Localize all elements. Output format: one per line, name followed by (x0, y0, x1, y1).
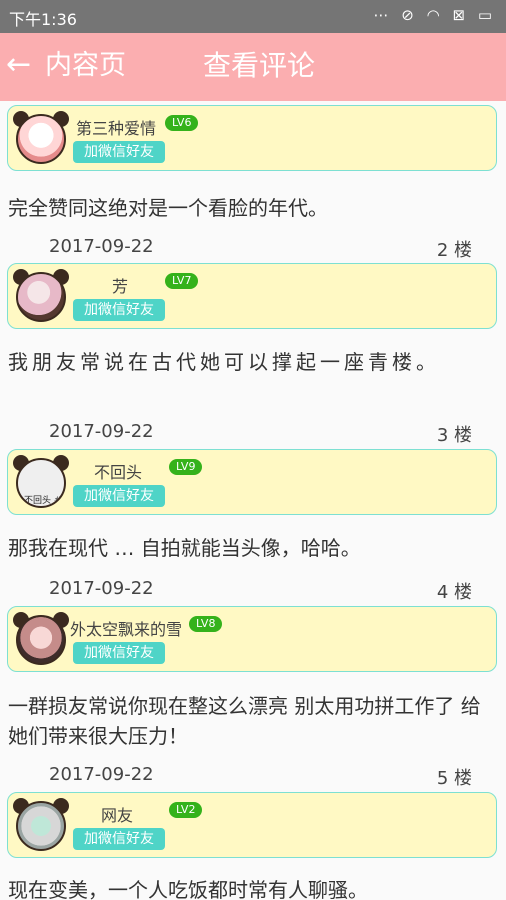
comment-date: 2017-09-22 (49, 421, 154, 442)
status-bar: 下午1:36 ⋯ ⊘ ◠ ⊠ ▭ (0, 0, 506, 33)
comment-floor: 2 楼 (436, 240, 472, 261)
user-card: 网友 LV2 加微信好友 (7, 792, 497, 858)
add-wechat-friend-button[interactable]: 加微信好友 (73, 141, 165, 163)
add-wechat-friend-button[interactable]: 加微信好友 (73, 485, 165, 507)
username: 网友 (101, 806, 134, 825)
username: 不回头 (94, 463, 143, 482)
comment-date: 2017-09-22 (49, 764, 154, 785)
avatar[interactable] (13, 111, 69, 167)
app-bar: ← 内容页 查看评论 (0, 33, 506, 101)
comment-floor: 4 楼 (436, 582, 472, 603)
comment-text: 完全赞同这绝对是一个看脸的年代。 (8, 196, 328, 220)
user-card: 不回头 # 不回头 LV9 加微信好友 (7, 449, 497, 515)
add-wechat-friend-button[interactable]: 加微信好友 (73, 828, 165, 850)
comment-floor: 3 楼 (436, 425, 472, 446)
level-badge: LV6 (165, 115, 199, 131)
comment-text: 那我在现代 … 自拍就能当头像，哈哈。 (8, 536, 361, 560)
comment-text: 现在变美，一个人吃饭都时常有人聊骚。 (8, 878, 368, 900)
username: 外太空飘来的雪 (70, 620, 183, 639)
level-badge: LV8 (189, 616, 223, 632)
level-badge: LV7 (165, 273, 199, 289)
level-badge: LV9 (169, 459, 203, 475)
comment-floor: 5 楼 (436, 768, 472, 789)
back-label[interactable]: 内容页 (45, 48, 126, 84)
user-card: 芳 LV7 加微信好友 (7, 263, 497, 329)
user-card: 第三种爱情 LV6 加微信好友 (7, 105, 497, 171)
comment-date: 2017-09-22 (49, 578, 154, 599)
avatar-image: 不回头 # (16, 458, 66, 508)
user-card: 外太空飘来的雪 LV8 加微信好友 (7, 606, 497, 672)
comment-text: 一群损友常说你现在整这么漂亮 别太用功拼工作了 给她们带来很大压力！ (8, 694, 481, 748)
status-icons: ⋯ ⊘ ◠ ⊠ ▭ (373, 6, 496, 24)
status-time: 下午1:36 (9, 10, 77, 29)
username: 第三种爱情 (76, 119, 157, 138)
avatar-image (16, 615, 66, 665)
add-wechat-friend-button[interactable]: 加微信好友 (73, 642, 165, 664)
add-wechat-friend-button[interactable]: 加微信好友 (73, 299, 165, 321)
avatar[interactable] (13, 269, 69, 325)
comment-text: 我朋友常说在古代她可以撑起一座青楼。 (8, 350, 440, 374)
avatar-image (16, 272, 66, 322)
page-title: 查看评论 (203, 49, 316, 82)
back-arrow-icon[interactable]: ← (6, 47, 31, 83)
avatar[interactable] (13, 612, 69, 668)
avatar-image (16, 114, 66, 164)
level-badge: LV2 (169, 802, 203, 818)
avatar-caption: 不回头 # (24, 496, 62, 506)
avatar[interactable] (13, 798, 69, 854)
comment-list[interactable]: 第三种爱情 LV6 加微信好友 完全赞同这绝对是一个看脸的年代。 2017-09… (0, 101, 506, 900)
avatar-image (16, 801, 66, 851)
username: 芳 (112, 277, 129, 296)
comment-date: 2017-09-22 (49, 236, 154, 257)
avatar[interactable]: 不回头 # (13, 455, 69, 511)
